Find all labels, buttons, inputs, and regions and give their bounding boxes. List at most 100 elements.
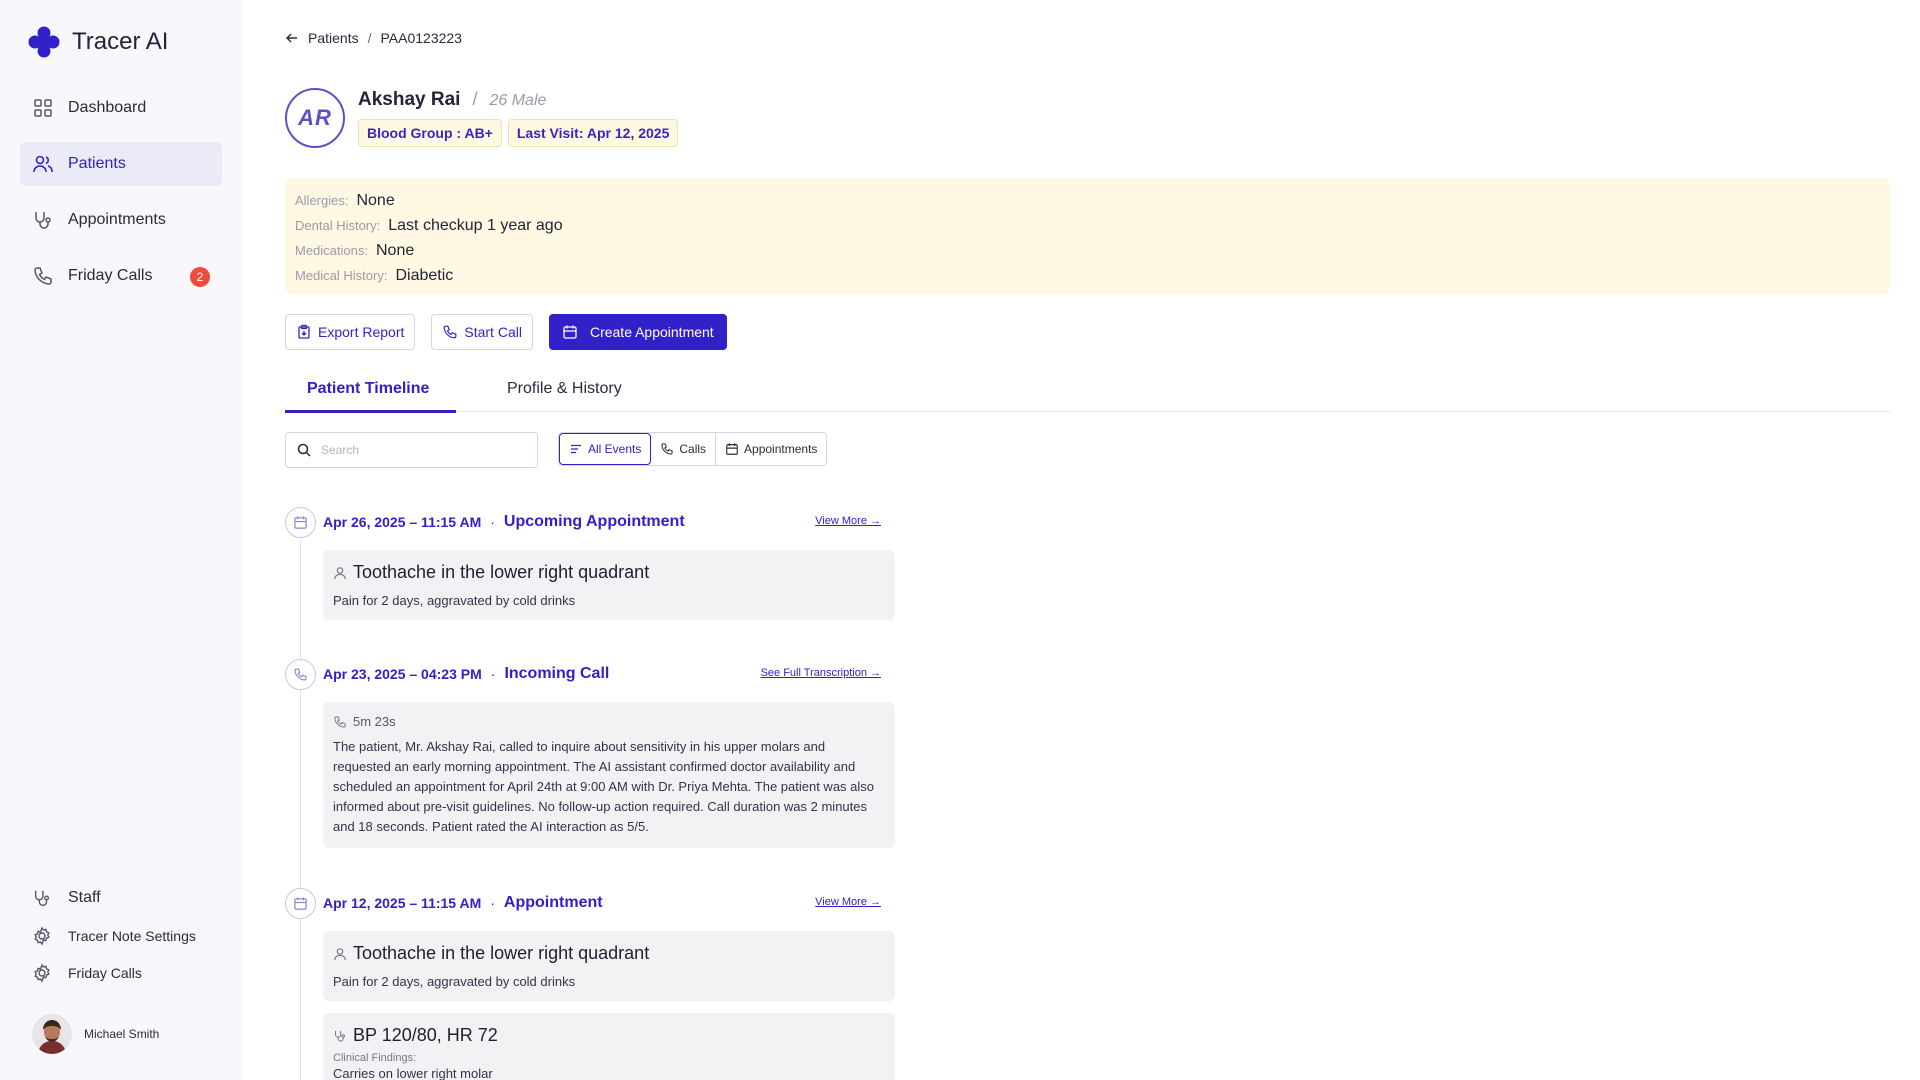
- clinical-findings-label: Clinical Findings:: [333, 1052, 417, 1064]
- info-label: Medications:: [295, 243, 368, 258]
- calendar-icon: [285, 887, 316, 919]
- clipboard-icon: [296, 324, 312, 340]
- sidebar-item-friday-calls[interactable]: Friday Calls 2: [20, 254, 222, 298]
- card-subtitle: Pain for 2 days, aggravated by cold drin…: [333, 974, 576, 989]
- tab-patient-timeline[interactable]: Patient Timeline: [307, 380, 429, 398]
- button-label: Create Appointment: [589, 324, 714, 340]
- search-input[interactable]: [321, 443, 521, 457]
- event-separator: ·: [490, 895, 495, 911]
- event-type: Incoming Call: [504, 665, 610, 682]
- timeline-event-appointment: Apr 26, 2025 – 11:15 AM · Upcoming Appoi…: [285, 506, 895, 620]
- breadcrumb-separator: /: [367, 30, 372, 46]
- call-duration: 5m 23s: [353, 714, 396, 729]
- tab-bar: Patient Timeline Profile & History: [285, 370, 1890, 413]
- sidebar-item-label: Appointments: [68, 211, 166, 228]
- vitals-card[interactable]: BP 120/80, HR 72 Clinical Findings: Carr…: [323, 1013, 895, 1080]
- action-bar: Export Report Start Call Create Appointm…: [285, 314, 727, 350]
- call-summary-card[interactable]: 5m 23s The patient, Mr. Akshay Rai, call…: [323, 702, 895, 848]
- sidebar-item-patients[interactable]: Patients: [20, 142, 222, 186]
- button-label: Export Report: [318, 324, 405, 340]
- info-label: Medical History:: [295, 268, 388, 283]
- dental-history-row: Dental History: Last checkup 1 year ago: [295, 213, 1880, 238]
- call-summary-text: The patient, Mr. Akshay Rai, called to i…: [333, 739, 875, 834]
- sidebar-item-staff[interactable]: Staff: [20, 886, 222, 910]
- tab-profile-history[interactable]: Profile & History: [507, 380, 622, 398]
- sidebar-item-dashboard[interactable]: Dashboard: [20, 86, 222, 130]
- vitals-text: BP 120/80, HR 72: [353, 1025, 498, 1045]
- event-card[interactable]: Toothache in the lower right quadrant Pa…: [323, 931, 895, 1001]
- calendar-icon: [562, 324, 578, 340]
- start-call-button[interactable]: Start Call: [431, 314, 533, 350]
- blood-group-badge: Blood Group : AB+: [358, 119, 502, 147]
- clinical-findings-value: Carries on lower right molar: [333, 1066, 493, 1080]
- button-label: Start Call: [464, 324, 522, 340]
- grid-icon: [32, 97, 54, 119]
- medical-summary-panel: Allergies: None Dental History: Last che…: [285, 178, 1890, 294]
- phone-icon: [32, 265, 54, 287]
- patient-header: AR Akshay Rai / 26 Male Blood Group : AB…: [285, 88, 679, 148]
- event-type: Appointment: [503, 894, 603, 911]
- info-label: Allergies:: [295, 193, 349, 208]
- stethoscope-icon: [32, 209, 54, 231]
- event-date: Apr 26, 2025 – 11:15 AM: [323, 514, 482, 530]
- notification-badge: 2: [190, 267, 210, 287]
- sidebar-item-label: Patients: [68, 155, 126, 172]
- info-value: Last checkup 1 year ago: [388, 216, 563, 234]
- filter-label: Calls: [679, 442, 707, 456]
- filter-all-events[interactable]: All Events: [559, 433, 652, 465]
- see-full-transcription-link[interactable]: See Full Transcription →: [761, 667, 881, 679]
- gear-icon: [32, 963, 52, 983]
- event-filter-group: All Events Calls Appointments: [558, 432, 828, 466]
- info-value: Diabetic: [395, 266, 454, 284]
- user-profile[interactable]: Michael Smith: [32, 1014, 159, 1054]
- filter-label: All Events: [588, 442, 642, 456]
- view-more-link[interactable]: View More →: [815, 515, 881, 527]
- allergies-row: Allergies: None: [295, 188, 1880, 213]
- brand[interactable]: Tracer AI: [28, 26, 168, 58]
- patient-name-separator: /: [472, 89, 478, 109]
- last-visit-badge: Last Visit: Apr 12, 2025: [507, 119, 679, 147]
- timeline-event-call: Apr 23, 2025 – 04:23 PM · Incoming Call …: [285, 658, 895, 848]
- sidebar-item-friday-calls-settings[interactable]: Friday Calls: [20, 961, 222, 985]
- sidebar-item-label: Friday Calls: [68, 965, 142, 981]
- calendar-icon: [285, 506, 316, 538]
- filter-appointments[interactable]: Appointments: [716, 433, 826, 465]
- sidebar-item-label: Tracer Note Settings: [68, 928, 196, 944]
- user-icon: [333, 947, 347, 961]
- stethoscope-icon: [333, 1029, 347, 1043]
- filter-calls[interactable]: Calls: [651, 433, 717, 465]
- event-card[interactable]: Toothache in the lower right quadrant Pa…: [323, 550, 895, 620]
- card-title: Toothache in the lower right quadrant: [353, 943, 650, 963]
- event-separator: ·: [490, 514, 495, 530]
- sidebar-item-appointments[interactable]: Appointments: [20, 198, 222, 242]
- sidebar-bottom-nav: Staff Tracer Note Settings Friday Calls: [20, 886, 222, 998]
- timeline-search[interactable]: [285, 432, 538, 468]
- users-icon: [32, 153, 54, 175]
- avatar: [32, 1014, 72, 1054]
- sidebar-item-label: Friday Calls: [68, 267, 153, 284]
- search-icon: [297, 443, 311, 457]
- breadcrumb-patients-link[interactable]: Patients: [308, 30, 359, 46]
- user-name: Michael Smith: [84, 1027, 160, 1041]
- gear-icon: [32, 926, 52, 946]
- back-arrow-icon[interactable]: [285, 31, 299, 45]
- phone-icon: [333, 715, 347, 729]
- patient-age-gender: 26 Male: [489, 92, 547, 109]
- sidebar: Tracer AI Dashboard Patients Appointment…: [0, 0, 242, 1080]
- medical-history-row: Medical History: Diabetic: [295, 263, 1880, 288]
- active-tab-indicator: [285, 410, 456, 413]
- timeline-event-appointment: Apr 12, 2025 – 11:15 AM · Appointment Vi…: [285, 887, 895, 1080]
- card-subtitle: Pain for 2 days, aggravated by cold drin…: [333, 593, 576, 608]
- phone-icon: [660, 442, 674, 456]
- breadcrumb: Patients / PAA0123223: [285, 30, 462, 46]
- event-date: Apr 12, 2025 – 11:15 AM: [323, 895, 482, 911]
- breadcrumb-current: PAA0123223: [380, 30, 462, 46]
- sidebar-item-tracer-note-settings[interactable]: Tracer Note Settings: [20, 924, 222, 948]
- create-appointment-button[interactable]: Create Appointment: [548, 314, 727, 350]
- list-filter-icon: [569, 442, 583, 456]
- sidebar-item-label: Staff: [68, 889, 101, 906]
- view-more-link[interactable]: View More →: [815, 896, 881, 908]
- info-label: Dental History:: [295, 218, 381, 233]
- export-report-button[interactable]: Export Report: [285, 314, 416, 350]
- app-name: Tracer AI: [72, 28, 169, 55]
